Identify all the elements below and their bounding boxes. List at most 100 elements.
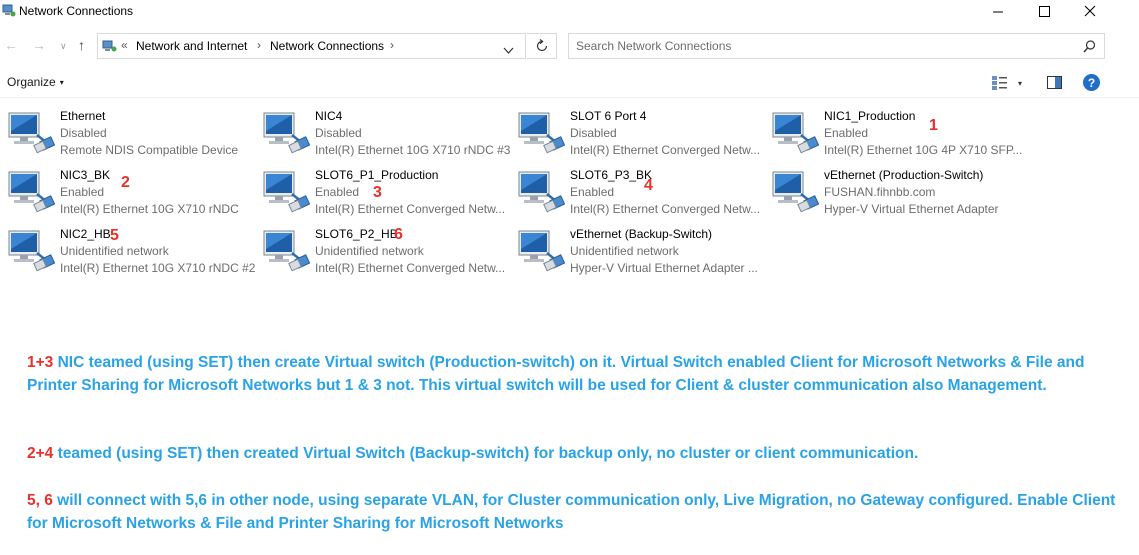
annotation-marker: 3 (373, 184, 382, 201)
organize-label: Organize (7, 75, 56, 89)
connection-name: vEthernet (Backup-Switch) (570, 227, 713, 241)
note-highlight: 1+3 (27, 354, 54, 371)
connection-device: Intel(R) Ethernet 10G X710 rNDC #2 (60, 261, 256, 275)
connection-status: Enabled (60, 185, 105, 199)
network-adapter-icon (262, 168, 311, 214)
connection-slot6-p1-production[interactable]: SLOT6_P1_Production Enabled Intel(R) Eth… (262, 166, 512, 218)
address-dropdown-button[interactable] (503, 41, 514, 59)
note-cluster-network: 5, 6 will connect with 5,6 in other node… (27, 490, 1132, 535)
window-title: Network Connections (19, 4, 134, 18)
connection-status: Unidentified network (570, 244, 679, 258)
connection-vethernet-backup-switch[interactable]: vEthernet (Backup-Switch) Unidentified n… (517, 225, 767, 277)
change-view-button[interactable] (992, 76, 1008, 95)
minimize-button[interactable] (975, 0, 1021, 22)
connection-slot6-p3-bk[interactable]: SLOT6_P3_BK Enabled Intel(R) Ethernet Co… (517, 166, 767, 218)
search-icon[interactable] (1083, 40, 1096, 58)
connection-name: NIC4 (315, 109, 343, 123)
note-text: NIC teamed (using SET) then create Virtu… (27, 354, 1085, 394)
address-row: ← → ∨ ↑ « Network and Internet › Network… (0, 33, 1139, 59)
command-bar: Organize ▾ ▾ ? (0, 70, 1139, 98)
connection-nic3-bk[interactable]: NIC3_BK Enabled Intel(R) Ethernet 10G X7… (7, 166, 257, 218)
connection-status: Unidentified network (315, 244, 424, 258)
up-arrow-icon: ↑ (78, 37, 85, 53)
breadcrumb-network-and-internet[interactable]: Network and Internet (136, 39, 247, 53)
search-box[interactable] (568, 33, 1105, 59)
address-bar[interactable]: « Network and Internet › Network Connect… (97, 33, 526, 59)
connection-name: Ethernet (60, 109, 106, 123)
connection-status: Unidentified network (60, 244, 169, 258)
network-adapter-icon (771, 109, 820, 155)
maximize-icon (1038, 5, 1050, 17)
connection-device: Intel(R) Ethernet 10G X710 rNDC #3 (315, 143, 511, 157)
minimize-icon (992, 11, 1003, 12)
refresh-button[interactable] (527, 33, 557, 59)
view-options-icon (992, 76, 1007, 90)
close-button[interactable] (1067, 0, 1113, 22)
breadcrumb-separator[interactable]: › (257, 38, 261, 52)
network-adapter-icon (517, 168, 566, 214)
connection-status: Enabled (315, 185, 360, 199)
connection-ethernet[interactable]: Ethernet Disabled Remote NDIS Compatible… (7, 107, 257, 159)
connection-device: Intel(R) Ethernet Converged Netw... (315, 261, 506, 275)
caret-down-icon: ▾ (1018, 79, 1023, 88)
help-button[interactable]: ? (1083, 74, 1100, 91)
connection-nic4[interactable]: NIC4 Disabled Intel(R) Ethernet 10G X710… (262, 107, 512, 159)
connection-name: NIC2_HB (60, 227, 111, 241)
connection-vethernet-production-switch[interactable]: vEthernet (Production-Switch) FUSHAN.fih… (771, 166, 1021, 218)
network-adapter-icon (7, 109, 56, 155)
maximize-button[interactable] (1021, 0, 1067, 22)
search-input[interactable] (576, 37, 1056, 55)
network-location-icon (102, 40, 117, 53)
annotation-marker: 5 (110, 227, 119, 244)
connection-status: Disabled (315, 126, 362, 140)
note-text: will connect with 5,6 in other node, usi… (27, 492, 1116, 532)
connection-status: Disabled (60, 126, 107, 140)
forward-button[interactable]: → (32, 37, 46, 53)
connection-slot6-p2-hb[interactable]: SLOT6_P2_HB Unidentified network Intel(R… (262, 225, 512, 277)
network-adapter-icon (517, 227, 566, 273)
breadcrumb-overflow[interactable]: « (121, 38, 128, 52)
note-backup-switch: 2+4 teamed (using SET) then created Virt… (27, 443, 1132, 466)
connection-name: NIC1_Production (824, 109, 916, 123)
network-adapter-icon (771, 168, 820, 214)
connection-name: vEthernet (Production-Switch) (824, 168, 984, 182)
breadcrumb-network-connections[interactable]: Network Connections (270, 39, 384, 53)
preview-pane-icon (1047, 76, 1062, 89)
connection-device: Intel(R) Ethernet 10G X710 rNDC (60, 202, 239, 216)
annotation-marker: 4 (644, 177, 653, 194)
network-adapter-icon (262, 227, 311, 273)
forward-arrow-icon: → (32, 37, 46, 53)
organize-menu-button[interactable]: Organize ▾ (7, 75, 64, 89)
connection-name: SLOT 6 Port 4 (570, 109, 647, 123)
chevron-down-icon: ∨ (60, 41, 67, 51)
back-arrow-icon: ← (4, 37, 18, 53)
connection-nic2-hb[interactable]: NIC2_HB Unidentified network Intel(R) Et… (7, 225, 257, 277)
note-text: teamed (using SET) then created Virtual … (53, 445, 919, 462)
network-adapter-icon (517, 109, 566, 155)
annotation-marker: 6 (394, 226, 403, 243)
connection-device: Hyper-V Virtual Ethernet Adapter (824, 202, 999, 216)
connection-status: Enabled (824, 126, 869, 140)
network-adapter-icon (262, 109, 311, 155)
note-highlight: 2+4 (27, 445, 54, 462)
connection-device: Remote NDIS Compatible Device (60, 143, 239, 157)
close-icon (1084, 5, 1096, 17)
connection-slot6-port4[interactable]: SLOT 6 Port 4 Disabled Intel(R) Ethernet… (517, 107, 767, 159)
back-button[interactable]: ← (4, 37, 18, 53)
chevron-down-icon (503, 47, 514, 54)
breadcrumb-separator[interactable]: › (390, 38, 394, 52)
connection-nic1-production[interactable]: NIC1_Production Enabled Intel(R) Etherne… (771, 107, 1022, 159)
recent-locations-button[interactable]: ∨ (60, 41, 67, 52)
view-dropdown-button[interactable]: ▾ (1018, 79, 1022, 88)
connection-device: Intel(R) Ethernet Converged Netw... (570, 143, 761, 157)
up-button[interactable]: ↑ (78, 37, 85, 53)
title-bar: Network Connections (0, 0, 1139, 22)
preview-pane-button[interactable] (1047, 76, 1062, 94)
connection-name: NIC3_BK (60, 168, 111, 182)
connection-device: Intel(R) Ethernet Converged Netw... (570, 202, 761, 216)
connection-status: Disabled (570, 126, 617, 140)
network-adapter-icon (7, 168, 56, 214)
connection-name: SLOT6_P2_HB (315, 227, 398, 241)
network-connections-app-icon (2, 4, 16, 17)
connection-name: SLOT6_P1_Production (315, 168, 439, 182)
